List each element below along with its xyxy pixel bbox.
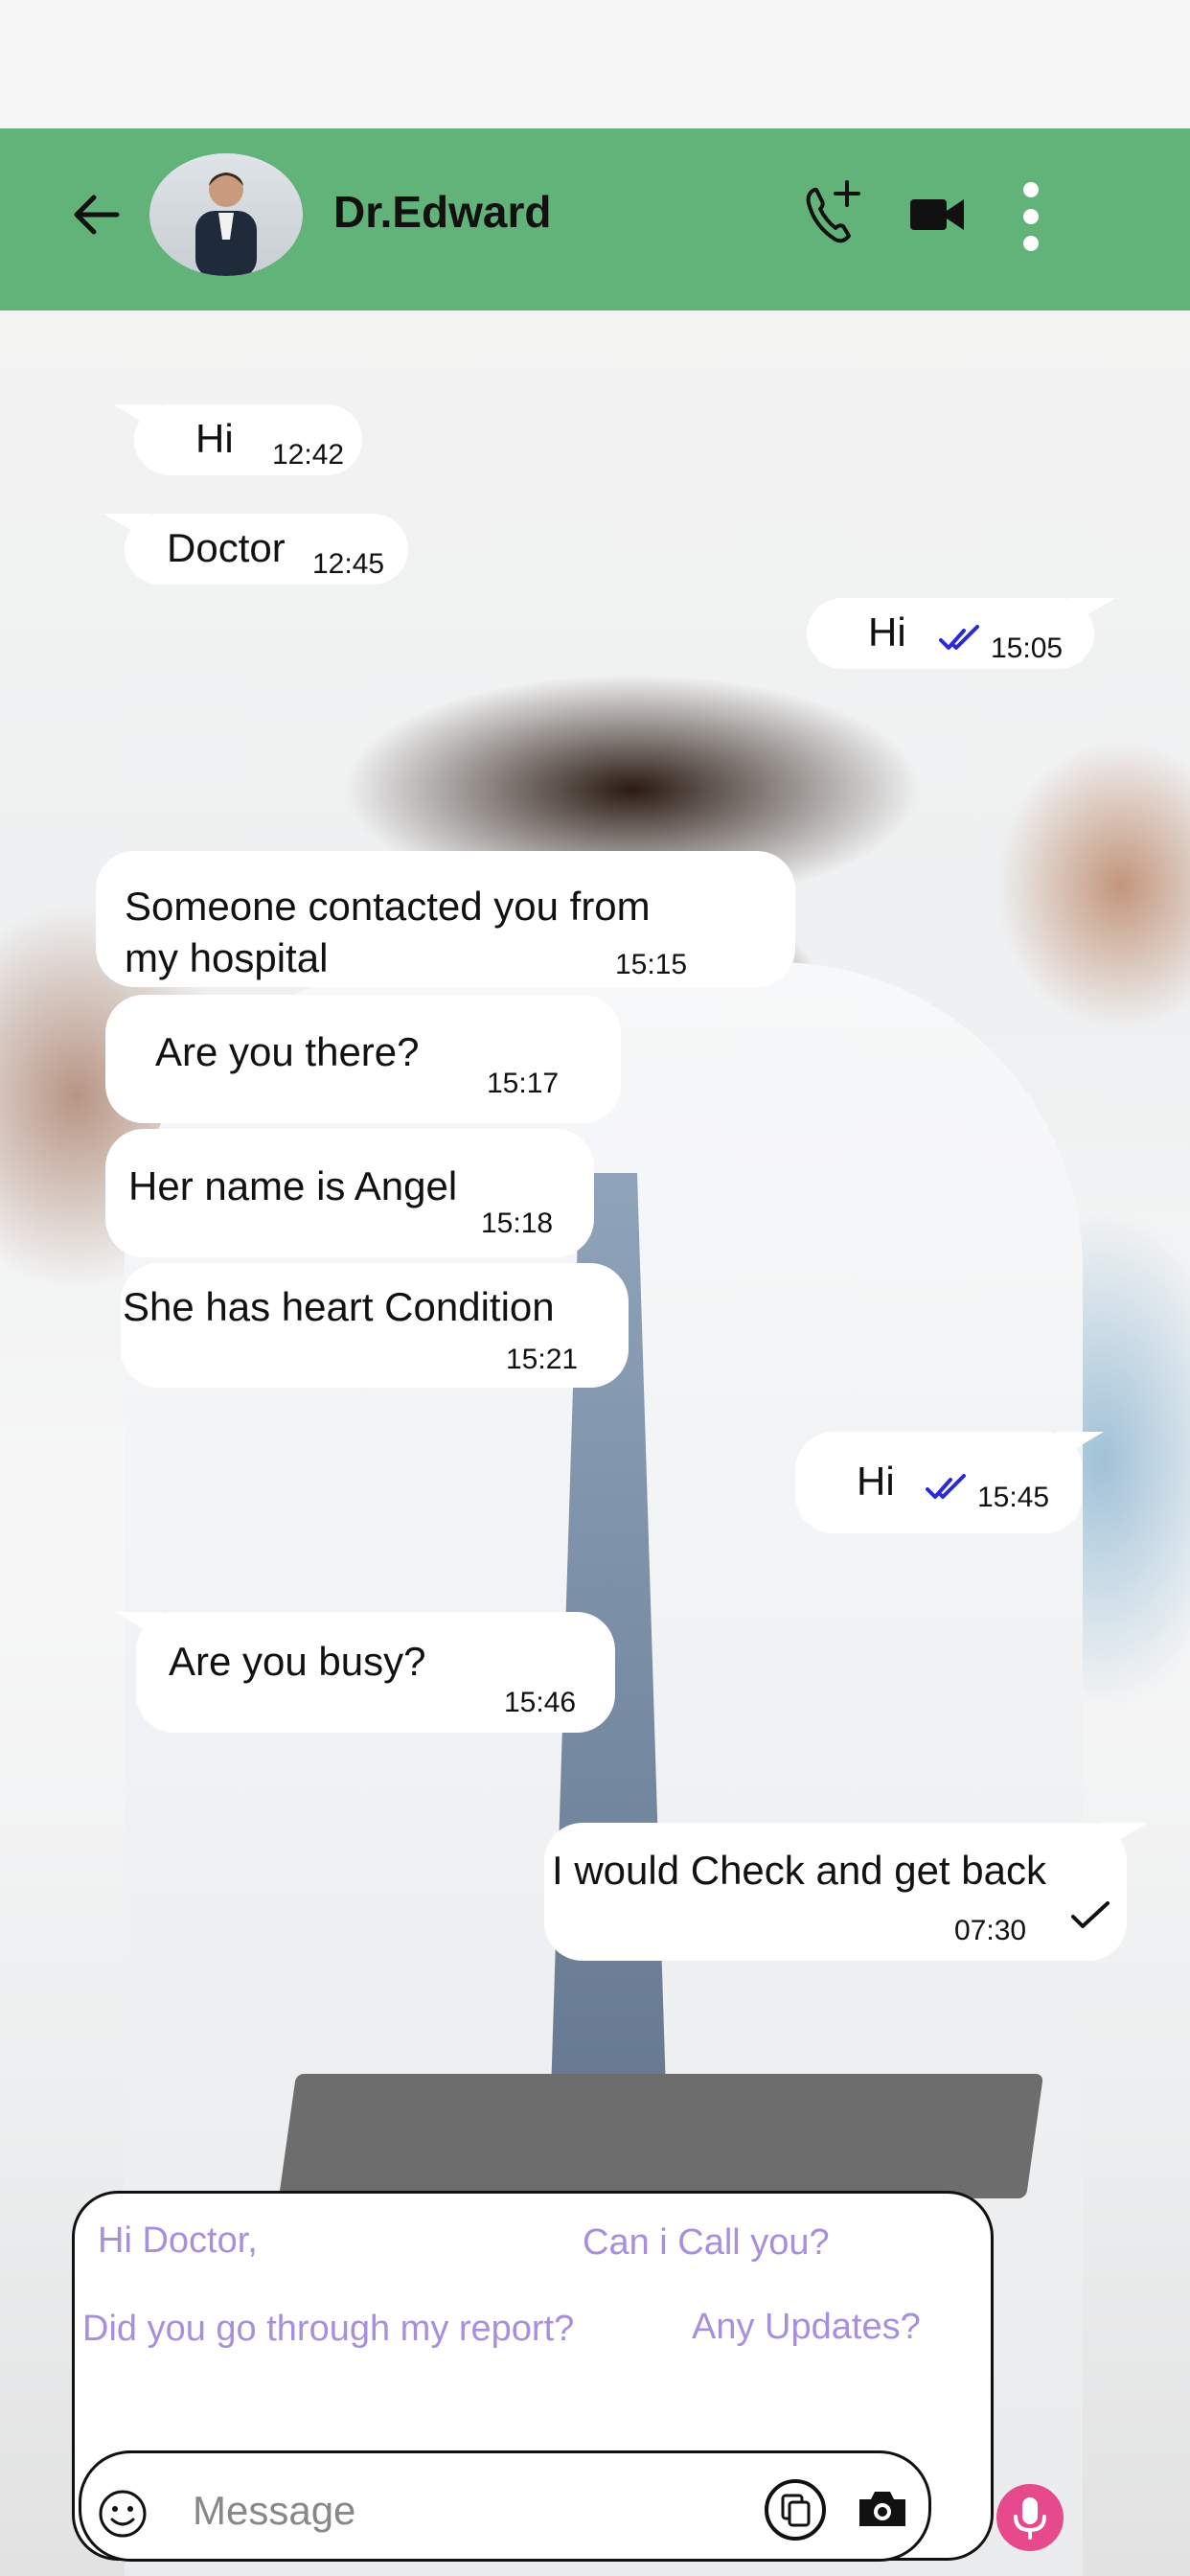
microphone-button[interactable] — [996, 2484, 1064, 2551]
quick-reply-report[interactable]: Did you go through my report? — [82, 2309, 574, 2350]
quick-reply-can-i-call[interactable]: Can i Call you? — [583, 2222, 830, 2264]
message-bubble-incoming[interactable]: Someone contacted you from my hospital 1… — [96, 851, 795, 987]
composer-panel: Hi Doctor, Can i Call you? Did you go th… — [72, 2191, 994, 2562]
message-text: Are you busy? — [169, 1639, 426, 1684]
camera-icon[interactable] — [856, 2488, 909, 2530]
message-text: Hi — [857, 1459, 895, 1504]
message-text: Her name is Angel — [128, 1163, 458, 1208]
message-text: Someone contacted you from — [125, 884, 651, 929]
chat-header: Dr.Edward — [0, 128, 1190, 310]
message-text: She has heart Condition — [123, 1284, 555, 1329]
message-bubble-outgoing[interactable]: Hi 15:05 — [807, 598, 1115, 669]
message-bubble-incoming[interactable]: Her name is Angel 15:18 — [105, 1129, 594, 1257]
message-text: Doctor — [167, 525, 286, 570]
emoji-icon[interactable] — [97, 2488, 149, 2540]
message-time: 15:18 — [481, 1208, 554, 1239]
message-text: Hi — [868, 610, 906, 655]
add-call-icon[interactable] — [801, 176, 864, 249]
more-options-icon[interactable] — [1016, 180, 1046, 253]
quick-reply-hi-doctor[interactable]: Hi Doctor, — [98, 2220, 258, 2262]
message-bubble-outgoing[interactable]: Hi 15:45 — [795, 1432, 1104, 1533]
message-text: Are you there? — [155, 1029, 420, 1074]
double-check-icon — [939, 625, 979, 650]
message-input-row — [79, 2450, 931, 2562]
message-text: I would Check and get back — [552, 1848, 1046, 1893]
contact-name[interactable]: Dr.Edward — [333, 186, 552, 238]
attachment-icon[interactable] — [764, 2478, 827, 2542]
message-text: Hi — [195, 416, 234, 461]
message-time: 12:42 — [272, 439, 345, 471]
message-time: 15:46 — [504, 1687, 577, 1718]
message-bubble-outgoing[interactable]: I would Check and get back 07:30 — [544, 1823, 1148, 1961]
back-arrow-icon[interactable] — [65, 184, 126, 245]
message-time: 15:17 — [487, 1068, 560, 1099]
double-check-icon — [926, 1474, 966, 1499]
message-input[interactable] — [191, 2482, 731, 2540]
message-time: 07:30 — [954, 1915, 1027, 1946]
message-time: 15:15 — [615, 949, 688, 980]
message-time: 12:45 — [312, 548, 385, 580]
message-time: 15:21 — [506, 1344, 579, 1375]
microphone-icon — [1014, 2497, 1046, 2540]
message-time: 15:05 — [991, 632, 1064, 664]
background-photo-clipboard — [278, 2074, 1044, 2198]
avatar[interactable] — [149, 153, 303, 276]
single-check-icon — [1071, 1901, 1110, 1928]
message-text-line-2: my hospital — [125, 935, 329, 980]
message-bubble-incoming[interactable]: Hi 12:42 — [113, 404, 362, 475]
video-call-icon[interactable] — [908, 194, 966, 236]
status-bar — [0, 0, 1190, 128]
quick-reply-any-updates[interactable]: Any Updates? — [692, 2307, 921, 2348]
message-bubble-incoming[interactable]: Are you busy? 15:46 — [115, 1612, 615, 1733]
message-bubble-incoming[interactable]: Are you there? 15:17 — [105, 995, 621, 1123]
message-bubble-incoming[interactable]: Doctor 12:45 — [103, 514, 408, 585]
chat-screen: Dr.Edward Hi 12:42 Doctor 12:45 Hi 15:05… — [0, 0, 1190, 2576]
message-time: 15:45 — [977, 1482, 1050, 1513]
message-bubble-incoming[interactable]: She has heart Condition 15:21 — [121, 1263, 629, 1388]
